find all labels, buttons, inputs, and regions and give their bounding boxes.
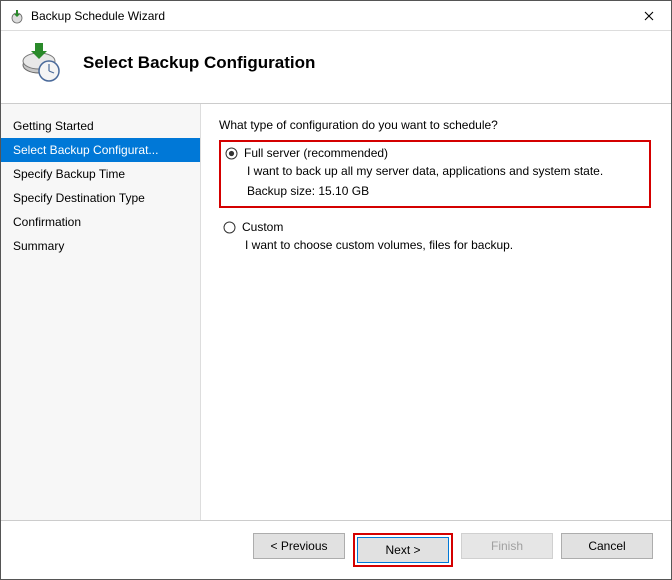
finish-button: Finish — [461, 533, 553, 559]
option-custom-desc1: I want to choose custom volumes, files f… — [245, 236, 643, 254]
sidebar-item-select-config[interactable]: Select Backup Configurat... — [1, 138, 200, 162]
option-custom[interactable]: Custom I want to choose custom volumes, … — [219, 216, 651, 260]
radio-full-server[interactable] — [225, 147, 238, 160]
wizard-icon — [19, 41, 63, 85]
app-icon — [9, 8, 25, 24]
sidebar-item-backup-time[interactable]: Specify Backup Time — [1, 162, 200, 186]
radio-custom[interactable] — [223, 221, 236, 234]
config-question: What type of configuration do you want t… — [219, 118, 651, 132]
content-area: What type of configuration do you want t… — [201, 104, 671, 520]
option-full-server-desc1: I want to back up all my server data, ap… — [247, 162, 641, 180]
option-custom-label: Custom — [242, 220, 283, 234]
next-button-highlight: Next > — [353, 533, 453, 567]
option-full-server-label: Full server (recommended) — [244, 146, 388, 160]
sidebar-item-destination-type[interactable]: Specify Destination Type — [1, 186, 200, 210]
previous-button[interactable]: < Previous — [253, 533, 345, 559]
sidebar-item-confirmation[interactable]: Confirmation — [1, 210, 200, 234]
next-button[interactable]: Next > — [357, 537, 449, 563]
footer: < Previous Next > Finish Cancel — [1, 520, 671, 579]
option-full-server[interactable]: Full server (recommended) I want to back… — [219, 140, 651, 208]
step-sidebar: Getting Started Select Backup Configurat… — [1, 104, 201, 520]
titlebar: Backup Schedule Wizard — [1, 1, 671, 31]
titlebar-text: Backup Schedule Wizard — [31, 9, 626, 23]
header: Select Backup Configuration — [1, 31, 671, 103]
cancel-button[interactable]: Cancel — [561, 533, 653, 559]
body: Getting Started Select Backup Configurat… — [1, 103, 671, 520]
sidebar-item-getting-started[interactable]: Getting Started — [1, 114, 200, 138]
option-full-server-desc2: Backup size: 15.10 GB — [247, 182, 641, 200]
wizard-window: Backup Schedule Wizard Select Backup Con… — [0, 0, 672, 580]
page-title: Select Backup Configuration — [83, 53, 315, 73]
close-button[interactable] — [626, 1, 671, 30]
sidebar-item-summary[interactable]: Summary — [1, 234, 200, 258]
